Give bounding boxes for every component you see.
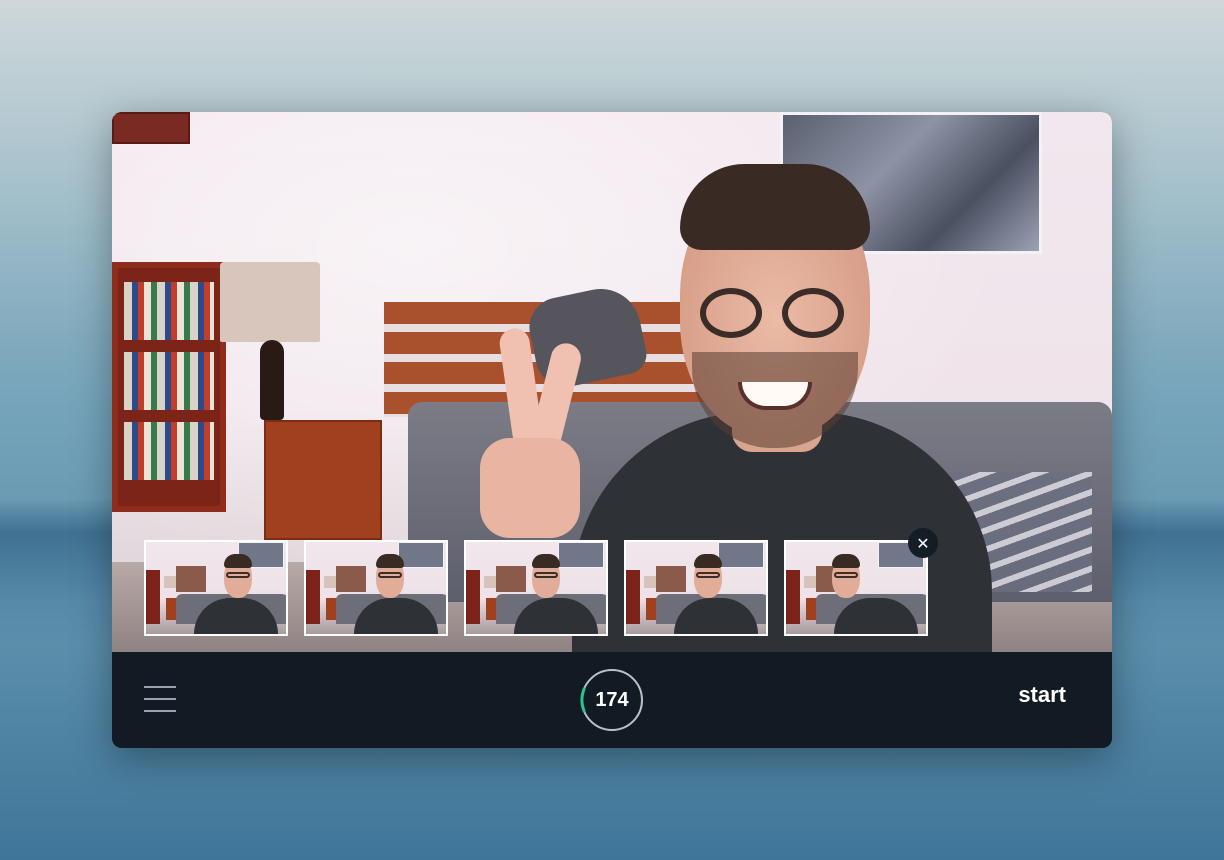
photo-thumbnail[interactable] [784, 540, 928, 636]
peace-sign-hand [478, 326, 588, 538]
counter-value: 174 [595, 688, 629, 711]
photo-thumbnail[interactable] [144, 540, 288, 636]
wall-frame [112, 112, 190, 144]
photo-booth-window: ✕ 174 start [112, 112, 1112, 748]
glasses [700, 288, 762, 338]
hamburger-menu-icon[interactable] [144, 686, 176, 714]
photo-thumbnail[interactable] [304, 540, 448, 636]
close-icon[interactable]: ✕ [908, 528, 938, 558]
photo-thumbnail[interactable] [464, 540, 608, 636]
lamp [220, 262, 320, 342]
start-button[interactable]: start [1018, 682, 1066, 708]
thumbnail-strip [144, 540, 928, 636]
camera-preview: ✕ [112, 112, 1112, 652]
photo-thumbnail[interactable] [624, 540, 768, 636]
nightstand [264, 420, 382, 540]
bookshelf [112, 262, 226, 512]
bottom-toolbar: 174 start [112, 652, 1112, 748]
photo-counter: 174 [580, 668, 644, 732]
